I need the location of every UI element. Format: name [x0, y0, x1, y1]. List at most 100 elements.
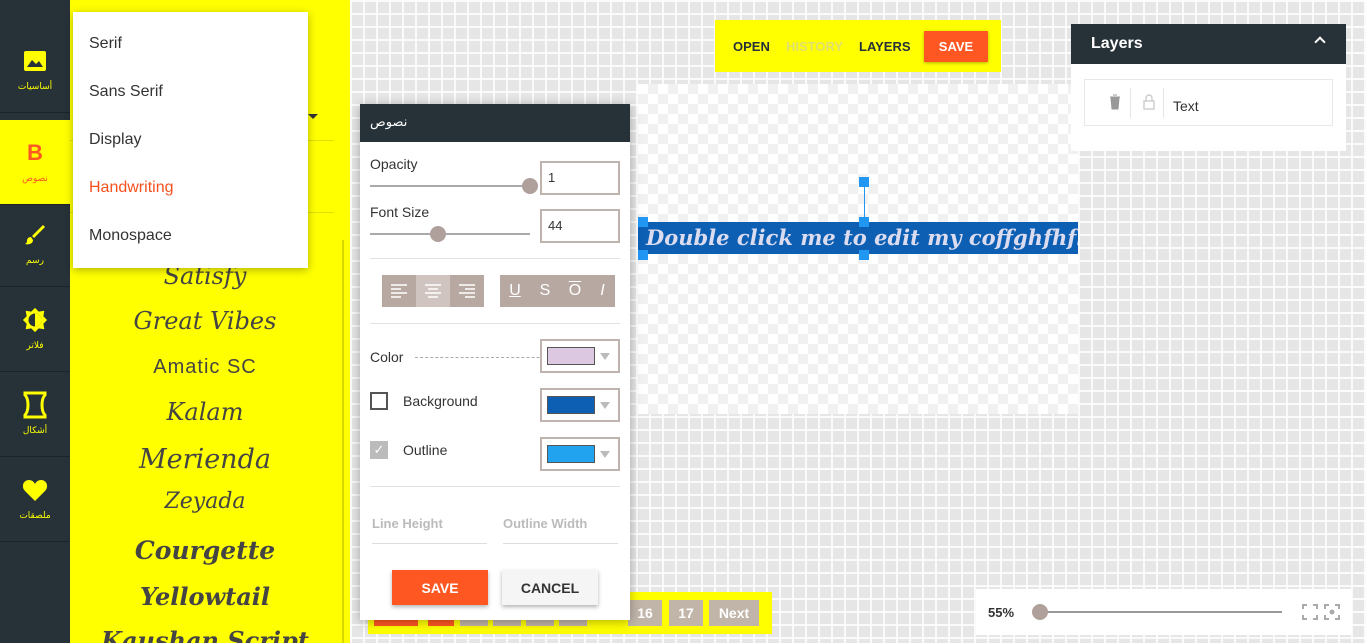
dialog-title: نصوص [360, 104, 630, 142]
zoom-slider-knob[interactable] [1032, 604, 1048, 620]
layers-button[interactable]: LAYERS [859, 39, 911, 54]
resize-handle[interactable] [638, 250, 648, 260]
outline-checkbox[interactable]: ✓ [370, 441, 388, 459]
color-swatch [547, 396, 595, 414]
trash-icon [1110, 94, 1120, 110]
fit-screen-icon [1324, 604, 1340, 620]
font-sample-item[interactable]: Amatic SC [70, 356, 340, 379]
outline-width-input[interactable]: Outline Width [503, 516, 618, 544]
font-sample-item[interactable]: Courgette [70, 536, 340, 565]
background-label: Background [403, 393, 478, 409]
next-page-button[interactable]: Next [709, 600, 759, 626]
rotate-handle[interactable] [859, 177, 869, 187]
font-sample-item[interactable]: Great Vibes [70, 307, 340, 335]
font-sample-item[interactable]: Kalam [70, 398, 340, 426]
overline-button[interactable]: O [560, 275, 590, 307]
chevron-down-icon [600, 451, 610, 458]
page-button[interactable]: 17 [669, 600, 703, 626]
opacity-slider-knob[interactable] [522, 178, 538, 194]
resize-handle[interactable] [859, 250, 869, 260]
font-size-input[interactable]: 44 [540, 209, 620, 243]
rail-item-draw[interactable]: رسم [0, 202, 70, 287]
color-label: Color [370, 349, 404, 365]
open-button[interactable]: OPEN [733, 39, 770, 54]
color-swatch [547, 347, 595, 365]
rail-item-label: فلاتر [26, 341, 44, 351]
line-height-input[interactable]: Line Height [372, 516, 487, 544]
font-size-slider-track[interactable] [370, 233, 530, 235]
rail-item-label: نصوص [22, 174, 48, 184]
chevron-down-icon[interactable] [308, 114, 318, 119]
text-color-picker[interactable] [540, 339, 620, 373]
strikethrough-button[interactable]: S [530, 275, 560, 307]
font-sample-item[interactable]: Zeyada [70, 489, 340, 514]
resize-handle[interactable] [859, 217, 869, 227]
font-size-label: Font Size [370, 204, 430, 220]
history-button[interactable]: HISTORY [786, 39, 843, 54]
align-center-button[interactable] [416, 275, 450, 307]
rail-item-filters[interactable]: فلاتر [0, 287, 70, 372]
dialog-save-button[interactable]: SAVE [392, 570, 488, 605]
background-checkbox[interactable] [370, 392, 388, 410]
scrollbar[interactable] [342, 240, 344, 643]
fullscreen-icon [1302, 604, 1318, 620]
rail-item-label: أساسيات [17, 82, 53, 92]
zoom-value: 55% [988, 605, 1015, 620]
layers-panel: Layers Text [1071, 24, 1346, 151]
font-category-menu: Serif Sans Serif Display Handwriting Mon… [73, 12, 308, 268]
lock-icon [1143, 94, 1155, 110]
opacity-input[interactable]: 1 [540, 161, 620, 195]
layers-panel-title: Layers [1071, 24, 1346, 64]
text-properties-dialog: نصوص Opacity 1 Font Size 44 U S O I Colo… [360, 104, 630, 620]
align-right-button[interactable] [450, 275, 484, 307]
opacity-label: Opacity [370, 156, 418, 172]
menu-option-serif[interactable]: Serif [89, 35, 122, 53]
divider [370, 486, 620, 487]
rail-item-shapes[interactable]: أشكال [0, 372, 70, 457]
rail-item-stickers[interactable]: ملصقات [0, 457, 70, 542]
dialog-cancel-button[interactable]: CANCEL [502, 570, 598, 605]
menu-option-handwriting[interactable]: Handwriting [89, 179, 173, 197]
underline-button[interactable]: U [500, 275, 530, 307]
heart-icon [22, 477, 48, 503]
font-sample-item[interactable]: Kaushan Script [70, 626, 340, 643]
layer-item[interactable]: Text [1084, 79, 1333, 126]
brightness-icon [22, 307, 48, 333]
color-swatch [547, 445, 595, 463]
brush-icon [22, 222, 48, 248]
top-toolbar: OPEN HISTORY LAYERS SAVE [715, 20, 1001, 72]
align-left-button[interactable] [382, 275, 416, 307]
page-button[interactable]: 16 [628, 600, 662, 626]
menu-option-display[interactable]: Display [89, 131, 141, 149]
rail-item-texts[interactable]: B نصوص [0, 120, 70, 205]
font-sample-item[interactable]: Yellowtail [70, 582, 340, 611]
rail-item-label: أشكال [22, 426, 48, 436]
align-center-icon [425, 284, 441, 298]
left-rail: أساسيات B نصوص رسم فلاتر أشكال ملصقات [0, 0, 70, 643]
align-left-icon [391, 284, 407, 298]
divider [1130, 88, 1131, 118]
font-sample-item[interactable]: Merienda [70, 444, 340, 475]
zoom-slider-track[interactable] [1034, 611, 1282, 613]
divider [1163, 88, 1164, 118]
canvas-text-object[interactable]: Double click me to edit my coffghfhfhfte… [638, 222, 1078, 254]
image-icon [22, 48, 48, 74]
font-size-slider-knob[interactable] [430, 226, 446, 242]
menu-option-monospace[interactable]: Monospace [89, 227, 172, 245]
rail-item-label: رسم [26, 256, 44, 266]
hourglass-shape-icon [22, 391, 48, 419]
rail-item-basics[interactable]: أساسيات [0, 28, 70, 113]
outline-color-picker[interactable] [540, 437, 620, 471]
bold-b-icon: B [27, 140, 43, 165]
italic-button[interactable]: I [590, 275, 615, 307]
resize-handle[interactable] [638, 217, 648, 227]
canvas[interactable]: Double click me to edit my coffghfhfhfte… [638, 84, 1078, 414]
chevron-down-icon [600, 353, 610, 360]
outline-label: Outline [403, 442, 448, 458]
menu-option-sans-serif[interactable]: Sans Serif [89, 83, 163, 101]
save-button[interactable]: SAVE [924, 31, 988, 62]
background-color-picker[interactable] [540, 388, 620, 422]
divider [370, 323, 620, 324]
opacity-slider-track[interactable] [370, 185, 530, 187]
layer-name: Text [1173, 98, 1199, 114]
